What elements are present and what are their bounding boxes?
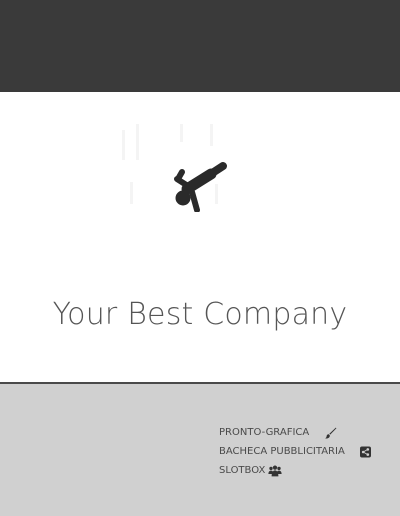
footer-link-label: SLOTBOX <box>219 465 266 476</box>
top-bar <box>0 0 400 92</box>
footer-link-label: BACHECA PUBBLICITARIA <box>219 446 345 457</box>
footer-link-bacheca-pubblicitaria[interactable]: BACHECA PUBBLICITARIA <box>219 442 394 461</box>
company-logo <box>120 122 240 212</box>
footer-link-pronto-grafica[interactable]: PRONTO-GRAFICA <box>219 423 394 442</box>
acrobat-figure-icon <box>122 124 227 212</box>
footer: PRONTO-GRAFICA BACHECA PUBBLICITARIA SLO… <box>0 384 400 516</box>
share-icon <box>359 446 373 458</box>
footer-links: PRONTO-GRAFICA BACHECA PUBBLICITARIA SLO… <box>219 423 394 480</box>
users-icon <box>268 465 282 477</box>
footer-link-label: PRONTO-GRAFICA <box>219 427 310 438</box>
brush-icon <box>323 427 337 439</box>
footer-link-slotbox[interactable]: SLOTBOX <box>219 461 394 480</box>
hero-section: Your Best Company <box>0 92 400 382</box>
company-name: Your Best Company <box>52 297 348 332</box>
